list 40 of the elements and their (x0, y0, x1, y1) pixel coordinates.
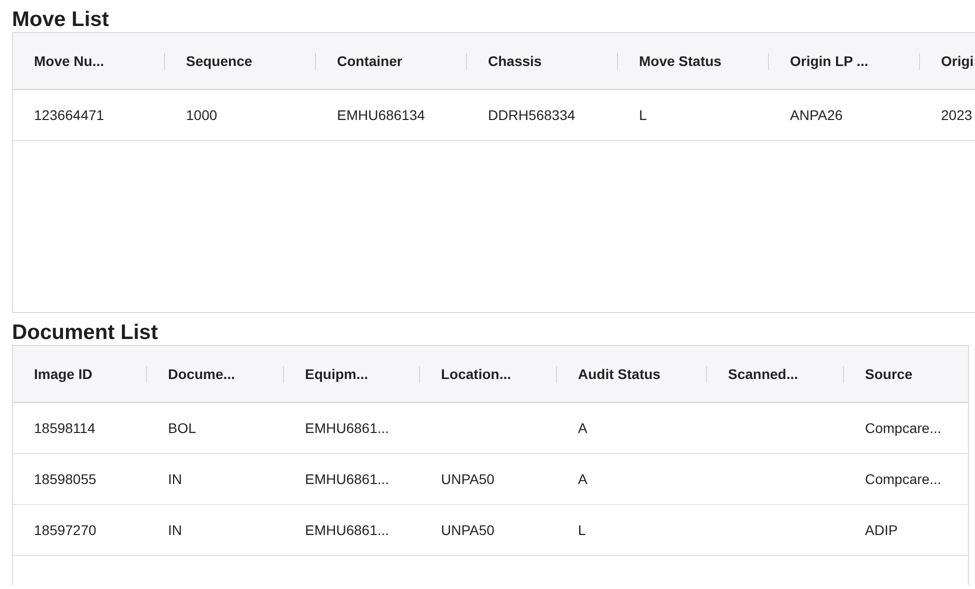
table-cell-text: 18597270 (33, 522, 96, 538)
table-cell-text: L (638, 107, 647, 123)
column-header[interactable]: Chassis (467, 53, 542, 69)
table-cell-text: UNPA50 (440, 471, 494, 487)
table-cell-text: 18598114 (33, 420, 96, 436)
column-header[interactable]: Audit Status (557, 366, 660, 382)
column-header[interactable]: Container (316, 53, 402, 69)
section-title: Move List (11, 7, 110, 32)
column-header[interactable]: Sequence (165, 53, 252, 69)
table-cell-text: Compcare... (864, 471, 942, 487)
table-cell-text: ANPA26 (789, 107, 843, 123)
table-cell-text: EMHU6861... (304, 420, 390, 436)
column-header[interactable]: Move Status (618, 53, 722, 69)
column-header[interactable]: Docume... (147, 366, 235, 382)
table-cell-text: EMHU686134 (336, 107, 425, 123)
column-header[interactable]: Equipm... (284, 366, 368, 382)
table-cell-text: UNPA50 (440, 522, 494, 538)
table-cell-text: IN (167, 522, 182, 538)
table-cell-text: Compcare... (864, 420, 942, 436)
column-header[interactable]: Origin LP ... (769, 53, 868, 69)
table-cell-text: BOL (167, 420, 196, 436)
table-cell-text: 123664471 (33, 107, 104, 123)
section-title: Document List (11, 320, 159, 345)
table-cell-text: A (577, 420, 588, 436)
table-cell-text: 2023 (940, 107, 972, 123)
column-header[interactable]: Image ID (13, 366, 92, 382)
column-header[interactable]: Move Nu... (13, 53, 104, 69)
table-cell-text: EMHU6861... (304, 471, 390, 487)
column-header[interactable]: Scanned... (707, 366, 798, 382)
table-cell-text: A (577, 471, 588, 487)
table-cell-text: EMHU6861... (304, 522, 390, 538)
table-cell-text: L (577, 522, 586, 538)
table-cell-text: ADIP (864, 522, 898, 538)
table-cell-text: 18598055 (33, 471, 96, 487)
column-header[interactable]: Location... (420, 366, 511, 382)
table-cell-text: 1000 (185, 107, 218, 123)
column-header[interactable]: Source (844, 366, 912, 382)
table-cell-text: IN (167, 471, 182, 487)
table-cell-text: DDRH568334 (487, 107, 576, 123)
column-header[interactable]: Origi (920, 53, 974, 69)
